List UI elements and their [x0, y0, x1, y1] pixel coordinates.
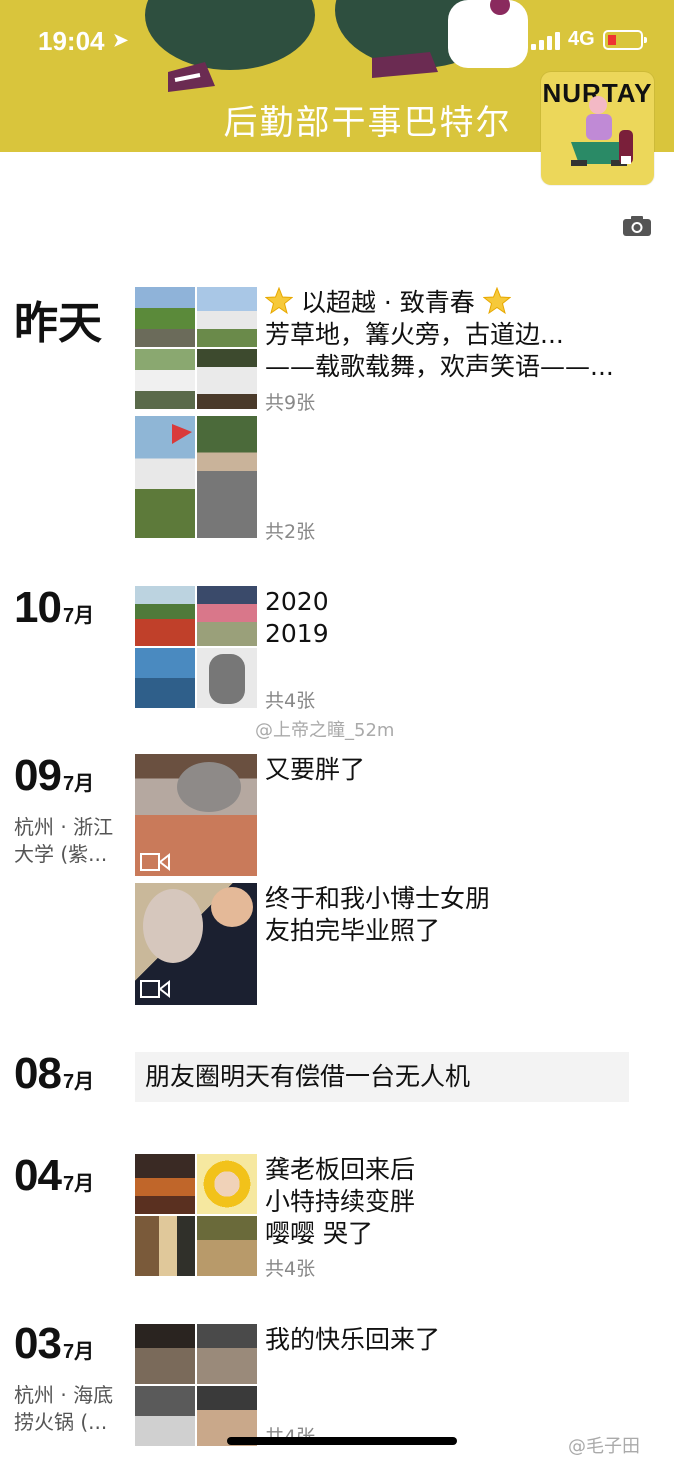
date-label: 03 7月: [14, 1319, 95, 1368]
photo-thumb[interactable]: [135, 648, 195, 708]
date-label: 08 7月: [14, 1049, 95, 1098]
location-line: 捞火锅 (...: [14, 1410, 108, 1434]
photo-thumb[interactable]: [135, 1216, 195, 1276]
photo-grid[interactable]: [135, 586, 257, 708]
photo-thumb[interactable]: [135, 287, 195, 347]
photo-thumb[interactable]: [197, 349, 257, 409]
home-indicator[interactable]: [227, 1437, 457, 1445]
location-line: 杭州 · 浙江: [14, 815, 114, 839]
date-label: 10 7月: [14, 583, 95, 632]
photo-thumb[interactable]: [197, 1154, 257, 1214]
post-line: 友拍完毕业照了: [265, 916, 441, 945]
post-text[interactable]: 以超越 · 致青春 芳草地，篝火旁，古道边... ——载歌载舞，欢声笑语——..…: [264, 286, 614, 383]
photo-thumb[interactable]: [197, 586, 257, 646]
photo-thumb[interactable]: [135, 586, 195, 646]
photo-thumb[interactable]: [197, 416, 257, 538]
battery-icon: [603, 30, 647, 50]
photo-grid[interactable]: [135, 416, 257, 538]
photo-count: 共2张: [265, 521, 316, 543]
post-line: 以超越 · 致青春: [300, 288, 475, 317]
photo-count: 共4张: [265, 690, 316, 712]
date-label: 09 7月: [14, 751, 95, 800]
location-label[interactable]: 杭州 · 浙江 大学 (紫...: [14, 814, 129, 868]
post-line: 小特持续变胖: [265, 1187, 416, 1216]
post-line: 终于和我小博士女朋: [265, 884, 491, 913]
post-line: 我的快乐回来了: [265, 1325, 441, 1354]
video-icon: [140, 979, 170, 999]
post-text[interactable]: 2020 2019: [265, 586, 329, 650]
post-line: 2019: [265, 619, 329, 648]
post-line: ——载歌载舞，欢声笑语——...: [265, 352, 614, 381]
video-thumb[interactable]: [135, 883, 257, 1005]
post-line: 嘤嘤 哭了: [265, 1219, 373, 1248]
camera-icon[interactable]: [622, 215, 652, 237]
location-arrow-icon: ➤: [113, 30, 129, 50]
day-label-yesterday: 昨天: [14, 298, 102, 349]
photo-thumb[interactable]: [197, 1324, 257, 1384]
photo-thumb[interactable]: [135, 349, 195, 409]
signal-icon: [531, 32, 563, 50]
text-only-post[interactable]: 朋友圈明天有偿借一台无人机: [135, 1052, 629, 1102]
photo-grid[interactable]: [135, 287, 257, 409]
post-line: 芳草地，篝火旁，古道边...: [265, 320, 564, 349]
photo-count: 共4张: [265, 1258, 316, 1280]
photo-thumb[interactable]: [197, 648, 257, 708]
location-label[interactable]: 杭州 · 海底 捞火锅 (...: [14, 1382, 129, 1436]
avatar[interactable]: NURTAY: [541, 72, 654, 185]
photo-thumb[interactable]: [135, 1154, 195, 1214]
post-text[interactable]: 又要胖了: [265, 754, 365, 786]
video-thumb[interactable]: [135, 754, 257, 876]
watermark: @毛子田: [568, 1436, 640, 1457]
photo-grid[interactable]: [135, 1324, 257, 1446]
post-line: 龚老板回来后: [265, 1155, 416, 1184]
post-line: 2020: [265, 587, 329, 616]
avatar-illustration: [571, 96, 633, 166]
moments-page: 19:04 ➤ 4G 后勤部干事巴特尔 NURTAY 昨天 以超越 · 致青春 …: [0, 0, 674, 1458]
photo-count: 共9张: [265, 392, 316, 414]
photo-thumb[interactable]: [135, 1386, 195, 1446]
post-text[interactable]: 我的快乐回来了: [265, 1324, 440, 1356]
date-label: 04 7月: [14, 1151, 95, 1200]
status-time: 19:04: [38, 26, 105, 56]
post-text[interactable]: 终于和我小博士女朋 友拍完毕业照了: [265, 883, 490, 947]
location-line: 杭州 · 海底: [14, 1383, 114, 1407]
network-type: 4G: [568, 28, 595, 50]
photo-grid[interactable]: [135, 1154, 257, 1276]
post-text[interactable]: 龚老板回来后 小特持续变胖 嘤嘤 哭了: [265, 1154, 415, 1250]
post-line: 又要胖了: [265, 755, 366, 784]
location-line: 大学 (紫...: [14, 842, 108, 866]
photo-thumb[interactable]: [135, 1324, 195, 1384]
photo-thumb[interactable]: [197, 287, 257, 347]
watermark: @上帝之瞳_52m: [255, 720, 395, 741]
photo-thumb[interactable]: [197, 1216, 257, 1276]
status-bar: 19:04 ➤ 4G: [0, 0, 674, 80]
star-emoji-icon: [482, 286, 512, 315]
video-icon: [140, 852, 170, 872]
flag-decoration: [172, 424, 192, 444]
star-emoji-icon: [264, 286, 294, 315]
